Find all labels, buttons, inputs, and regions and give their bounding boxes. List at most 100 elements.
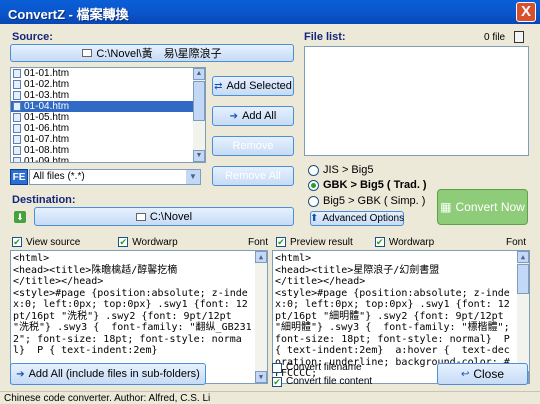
- radio-big5-gbk[interactable]: Big5 > GBK ( Simp. ): [308, 195, 425, 207]
- arrow-right-icon: ➔: [229, 110, 239, 122]
- preview-wordwrap-label: Wordwarp: [388, 236, 435, 248]
- convert-content-label: Convert file content: [286, 376, 373, 387]
- file-filter-value: All files (*.*): [33, 171, 85, 182]
- source-text-scrollbar[interactable]: ▲ ▼: [255, 251, 267, 383]
- add-all-subfolders-button[interactable]: ➔ Add All (include files in sub-folders): [10, 363, 206, 385]
- radio-button[interactable]: [308, 195, 319, 207]
- advanced-options-button[interactable]: ⬆ Advanced Options: [310, 211, 404, 226]
- file-name: 01-09.htm: [24, 156, 70, 163]
- convert-content-checkbox[interactable]: [272, 376, 282, 387]
- preview-font-button[interactable]: Font: [506, 237, 526, 248]
- preview-panel-toolbar: Preview result Wordwarp Font: [276, 235, 526, 249]
- file-name: 01-07.htm: [24, 134, 70, 145]
- radio-jis-big5-label: JIS > Big5: [323, 164, 374, 176]
- file-name: 01-02.htm: [24, 79, 70, 90]
- file-list-box[interactable]: [304, 46, 529, 156]
- source-wordwrap-label: Wordwarp: [132, 236, 178, 248]
- preview-wordwrap-checkbox[interactable]: [374, 237, 385, 247]
- view-source-checkbox[interactable]: [12, 237, 22, 247]
- source-code-text: <html> <head><title>陎曕檎趏/醇馨扢樀 </title></…: [13, 253, 252, 356]
- scroll-thumb[interactable]: [193, 81, 205, 121]
- source-label: Source:: [12, 31, 53, 43]
- radio-button[interactable]: [308, 179, 319, 191]
- file-count: 0 file: [484, 32, 506, 43]
- file-filter-select[interactable]: All files (*.*) ▼: [29, 169, 201, 185]
- scroll-down-icon[interactable]: ▼: [193, 150, 205, 162]
- scroll-up-icon[interactable]: ▲: [193, 68, 205, 80]
- file-list-item[interactable]: 01-06.htm: [11, 123, 205, 134]
- preview-result-label: Preview result: [290, 236, 353, 248]
- convert-filename-option[interactable]: Convert filename: [272, 362, 362, 373]
- destination-label: Destination:: [12, 194, 76, 206]
- file-name: 01-06.htm: [24, 123, 70, 134]
- file-icon: [13, 80, 21, 89]
- source-path-label: C:\Novel\黃 易\星際浪子: [96, 48, 222, 60]
- download-icon[interactable]: ⬇: [14, 211, 26, 223]
- source-panel-toolbar: View source Wordwarp Font: [12, 235, 268, 249]
- file-list-item[interactable]: 01-08.htm: [11, 145, 205, 156]
- destination-path-label: C:\Novel: [149, 210, 193, 223]
- add-all-label: Add All: [242, 110, 277, 122]
- preview-result-checkbox[interactable]: [276, 237, 286, 247]
- file-list-item[interactable]: 01-05.htm: [11, 112, 205, 123]
- radio-gbk-big5[interactable]: GBK > Big5 ( Trad. ): [308, 179, 427, 191]
- file-name: 01-08.htm: [24, 145, 70, 156]
- convert-now-button[interactable]: ▦ Convert Now: [437, 189, 528, 225]
- fe-filter-button[interactable]: FE: [10, 169, 28, 185]
- file-list-item[interactable]: 01-03.htm: [11, 90, 205, 101]
- folder-icon: [82, 49, 93, 57]
- radio-big5-gbk-label: Big5 > GBK ( Simp. ): [323, 195, 426, 207]
- file-list-item[interactable]: 01-07.htm: [11, 134, 205, 145]
- file-icon: [13, 69, 21, 78]
- folder-icon: [135, 212, 146, 221]
- source-wordwrap-checkbox[interactable]: [118, 237, 129, 247]
- file-name: 01-05.htm: [24, 112, 70, 123]
- file-list-label: File list:: [304, 31, 346, 43]
- scroll-up-icon[interactable]: ▲: [517, 251, 529, 263]
- file-icon: [13, 157, 21, 162]
- scroll-thumb[interactable]: [517, 264, 529, 294]
- close-window-button[interactable]: X: [516, 2, 536, 22]
- file-list-item[interactable]: 01-09.htm: [11, 156, 205, 163]
- file-icon: [13, 91, 21, 100]
- title-bar[interactable]: ConvertZ - 檔案轉換 X: [0, 0, 540, 24]
- remove-button[interactable]: Remove: [212, 136, 294, 156]
- scroll-down-icon[interactable]: ▼: [255, 371, 267, 383]
- chevron-down-icon[interactable]: ▼: [186, 170, 200, 184]
- convert-filename-label: Convert filename: [286, 362, 362, 373]
- advanced-options-label: Advanced Options: [322, 213, 405, 224]
- destination-path-button[interactable]: C:\Novel: [34, 207, 294, 226]
- file-name: 01-01.htm: [24, 68, 70, 79]
- add-selected-button[interactable]: ⇄ Add Selected: [212, 76, 294, 96]
- view-source-label: View source: [26, 236, 81, 248]
- file-icon: [13, 135, 21, 144]
- file-icon: [13, 113, 21, 122]
- radio-jis-big5[interactable]: JIS > Big5: [308, 164, 373, 176]
- remove-all-button[interactable]: Remove All: [212, 166, 294, 186]
- file-list-item[interactable]: 01-02.htm: [11, 79, 205, 90]
- status-bar: Chinese code converter. Author: Alfred, …: [0, 391, 540, 404]
- convert-now-label: Convert Now: [455, 200, 525, 214]
- radio-gbk-big5-label: GBK > Big5 ( Trad. ): [323, 179, 427, 191]
- source-list-scrollbar[interactable]: ▲ ▼: [193, 68, 205, 162]
- file-name: 01-03.htm: [24, 90, 70, 101]
- file-list-item[interactable]: 01-01.htm: [11, 68, 205, 79]
- remove-all-label: Remove All: [225, 170, 281, 182]
- add-all-subfolders-label: Add All (include files in sub-folders): [28, 368, 200, 380]
- remove-label: Remove: [232, 140, 274, 152]
- convert-content-option[interactable]: Convert file content: [272, 376, 372, 387]
- source-path-button[interactable]: C:\Novel\黃 易\星際浪子: [10, 44, 294, 62]
- scroll-up-icon[interactable]: ▲: [255, 251, 267, 263]
- add-all-button[interactable]: ➔ Add All: [212, 106, 294, 126]
- file-list-item[interactable]: 01-04.htm: [11, 101, 205, 112]
- arrow-right-icon: ➔: [16, 368, 25, 380]
- source-font-button[interactable]: Font: [248, 237, 268, 248]
- clipboard-icon[interactable]: [514, 31, 524, 43]
- convert-filename-checkbox[interactable]: [272, 362, 282, 373]
- window-title: ConvertZ - 檔案轉換: [8, 7, 129, 22]
- up-arrow-icon: ⬆: [309, 213, 319, 224]
- close-button[interactable]: ↩ Close: [437, 363, 528, 385]
- radio-button[interactable]: [308, 164, 319, 176]
- file-name: 01-04.htm: [24, 101, 70, 112]
- source-file-list[interactable]: 01-01.htm 01-02.htm 01-03.htm 01-04.htm 01-0…: [10, 67, 206, 163]
